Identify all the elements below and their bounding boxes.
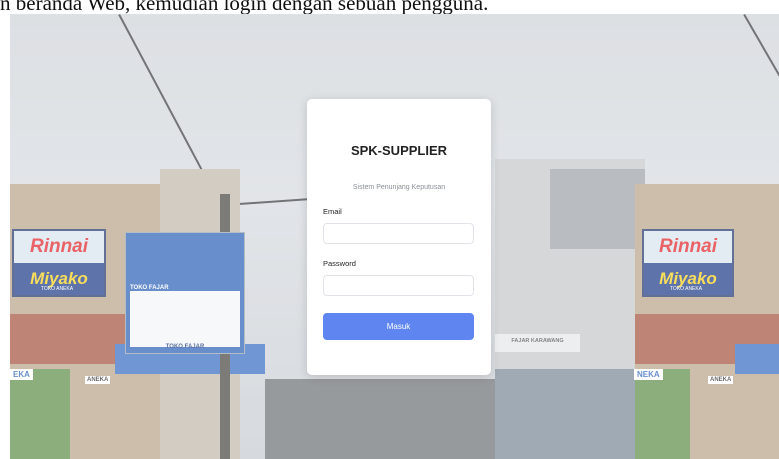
email-field[interactable] xyxy=(323,223,474,244)
password-field[interactable] xyxy=(323,275,474,296)
password-label: Password xyxy=(323,259,356,268)
app-title: SPK-SUPPLIER xyxy=(350,143,448,158)
login-card: SPK-SUPPLIER Sistem Penunjang Keputusan … xyxy=(307,99,491,375)
login-button[interactable]: Masuk xyxy=(323,313,474,340)
app-subtitle: Sistem Penunjang Keputusan xyxy=(352,184,446,191)
email-label: Email xyxy=(323,207,342,216)
